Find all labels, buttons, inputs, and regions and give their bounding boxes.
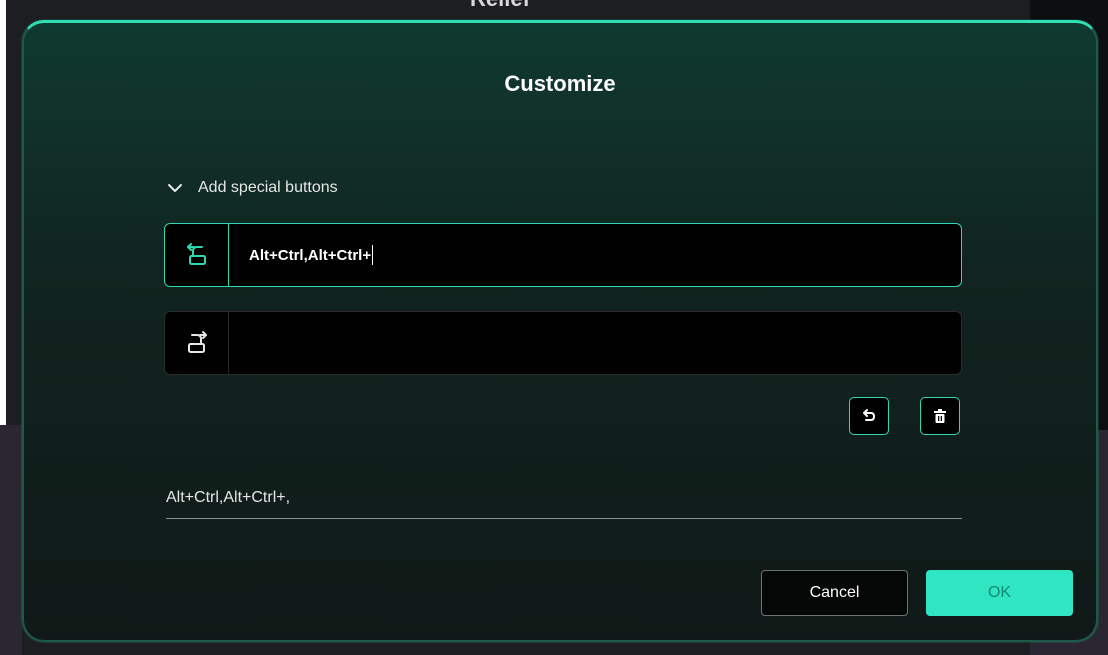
rotate-cw-button[interactable] <box>165 312 229 374</box>
delete-button[interactable] <box>920 397 960 435</box>
shortcut-input-1-value: Alt+Ctrl,Alt+Ctrl+ <box>249 246 372 264</box>
background-app-title: Relief <box>440 0 560 8</box>
background-left-panel <box>0 425 22 655</box>
undo-button[interactable] <box>849 397 889 435</box>
rotate-ccw-icon <box>186 243 206 265</box>
rotate-ccw-key-row[interactable]: Alt+Ctrl,Alt+Ctrl+ <box>164 223 962 287</box>
rotate-cw-icon <box>187 331 207 353</box>
add-special-buttons-toggle[interactable]: Add special buttons <box>166 179 338 197</box>
trash-icon <box>934 409 946 423</box>
shortcut-input-1[interactable]: Alt+Ctrl,Alt+Ctrl+ <box>229 224 961 286</box>
section-label: Add special buttons <box>198 179 338 196</box>
shortcut-input-2[interactable] <box>229 312 961 374</box>
rotate-cw-key-row[interactable] <box>164 311 962 375</box>
text-caret <box>372 245 374 265</box>
customize-dialog: Customize Add special buttons Alt+Ctrl,A… <box>22 20 1098 642</box>
cancel-button[interactable]: Cancel <box>761 570 908 616</box>
chevron-down-icon <box>168 184 182 192</box>
shortcut-summary: Alt+Ctrl,Alt+Ctrl+, <box>166 489 962 519</box>
ok-button[interactable]: OK <box>926 570 1073 616</box>
undo-icon <box>863 409 876 421</box>
dialog-title: Customize <box>504 71 616 96</box>
rotate-ccw-button[interactable] <box>165 224 229 286</box>
